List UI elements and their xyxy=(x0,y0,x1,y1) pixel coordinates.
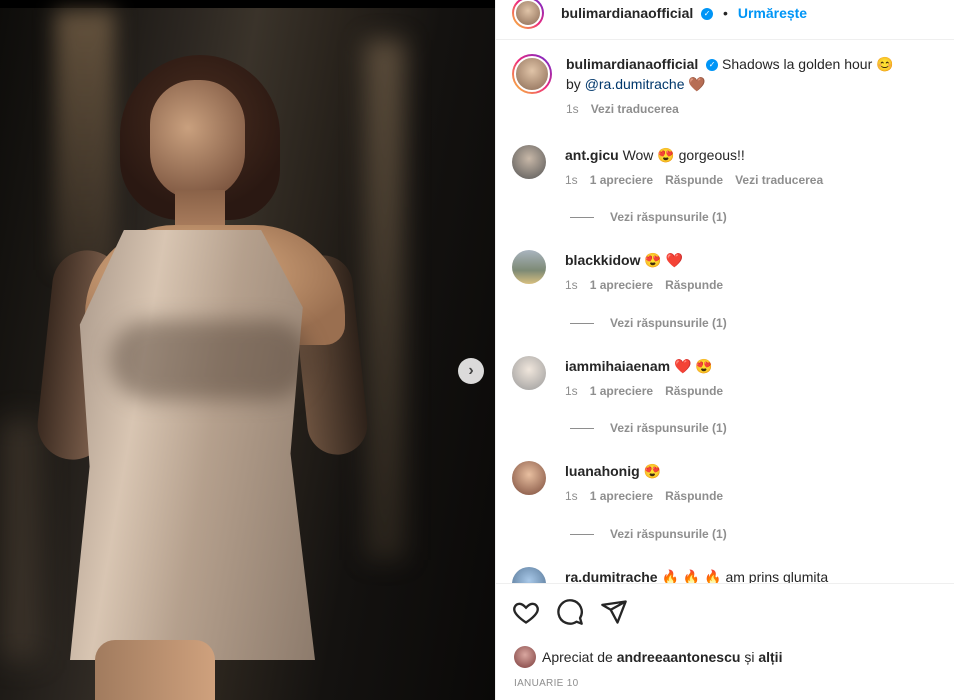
comment-text: 😍 ❤️ xyxy=(644,252,684,268)
verified-badge-icon: ✓ xyxy=(701,7,714,20)
comment-icon[interactable] xyxy=(556,598,584,626)
comment-time[interactable]: 1s xyxy=(565,173,578,187)
verified-badge-icon: ✓ xyxy=(706,59,719,72)
comment-username[interactable]: ra.dumitrache xyxy=(565,569,658,583)
commenter-avatar[interactable] xyxy=(512,567,546,583)
view-replies-label: Vezi răspunsurile (1) xyxy=(610,421,727,435)
view-replies-button[interactable]: Vezi răspunsurile (1) xyxy=(570,210,727,224)
comment-row: iammihaiaenam ❤️ 😍 1s 1 apreciere Răspun… xyxy=(512,356,935,398)
liked-and: și xyxy=(744,649,755,665)
liked-others[interactable]: alții xyxy=(758,649,782,665)
caption-row: bulimardianaofficial ✓ Shadows la golden… xyxy=(512,54,936,116)
caption-translate-button[interactable]: Vezi traducerea xyxy=(591,102,679,116)
share-icon[interactable] xyxy=(600,598,628,626)
comment-likes[interactable]: 1 apreciere xyxy=(590,384,653,398)
liked-prefix: Apreciat de xyxy=(542,649,613,665)
light-patch xyxy=(365,40,405,560)
caption-emoji: 🤎 xyxy=(688,76,706,92)
comment-row: luanahonig 😍 1s 1 apreciere Răspunde xyxy=(512,461,935,503)
caption-by: by xyxy=(566,76,581,92)
post-actions: Apreciat de andreeaantonescu și alții IA… xyxy=(496,583,954,700)
light-patch xyxy=(55,10,115,270)
post-photo[interactable]: › xyxy=(0,0,495,700)
figure-dress xyxy=(70,230,315,660)
comment-username[interactable]: luanahonig xyxy=(565,463,640,479)
post-side-panel: bulimardianaofficial ✓ • Urmărește bulim… xyxy=(495,0,954,700)
reply-button[interactable]: Răspunde xyxy=(665,489,723,503)
figure-legs xyxy=(95,640,215,700)
translate-button[interactable]: Vezi traducerea xyxy=(735,173,823,187)
commenter-avatar[interactable] xyxy=(512,356,546,390)
shadow-band xyxy=(110,320,310,400)
comment-row: blackkidow 😍 ❤️ 1s 1 apreciere Răspunde xyxy=(512,250,935,292)
reply-button[interactable]: Răspunde xyxy=(665,384,723,398)
comment-username[interactable]: blackkidow xyxy=(565,252,640,268)
comment-text: 😍 xyxy=(643,463,661,479)
figure-face xyxy=(150,80,245,200)
post-date[interactable]: IANUARIE 10 xyxy=(514,678,578,689)
heart-icon[interactable] xyxy=(512,598,540,626)
comment-username[interactable]: iammihaiaenam xyxy=(565,358,670,374)
comment-likes[interactable]: 1 apreciere xyxy=(590,489,653,503)
photo-top-edge xyxy=(0,0,495,8)
comment-likes[interactable]: 1 apreciere xyxy=(590,278,653,292)
comment-row: ra.dumitrache 🔥 🔥 🔥 am prins glumita xyxy=(512,567,935,583)
commenter-avatar[interactable] xyxy=(512,145,546,179)
chevron-right-icon: › xyxy=(468,362,474,379)
separator-dot: • xyxy=(723,4,728,21)
liker-avatar[interactable] xyxy=(514,646,536,668)
caption-username[interactable]: bulimardianaofficial xyxy=(566,56,698,72)
post-header: bulimardianaofficial ✓ • Urmărește xyxy=(496,0,954,40)
comment-text: 🔥 🔥 🔥 am prins glumita xyxy=(661,569,829,583)
commenter-avatar[interactable] xyxy=(512,461,546,495)
light-patch xyxy=(0,420,40,660)
view-replies-label: Vezi răspunsurile (1) xyxy=(610,316,727,330)
view-replies-button[interactable]: Vezi răspunsurile (1) xyxy=(570,421,727,435)
view-replies-button[interactable]: Vezi răspunsurile (1) xyxy=(570,527,727,541)
comment-text: ❤️ 😍 xyxy=(673,358,713,374)
comment-time[interactable]: 1s xyxy=(565,278,578,292)
author-avatar[interactable] xyxy=(512,54,552,94)
comment-time[interactable]: 1s xyxy=(565,384,578,398)
next-photo-button[interactable]: › xyxy=(458,358,484,384)
reply-button[interactable]: Răspunde xyxy=(665,278,723,292)
author-avatar[interactable] xyxy=(512,0,544,29)
caption-mention[interactable]: @ra.dumitrache xyxy=(585,76,685,92)
comment-username[interactable]: ant.gicu xyxy=(565,147,619,163)
caption-text: Shadows la golden hour 😊 xyxy=(722,56,894,72)
comments-list[interactable]: bulimardianaofficial ✓ Shadows la golden… xyxy=(496,41,954,583)
liked-user[interactable]: andreeaantonescu xyxy=(617,649,741,665)
author-username[interactable]: bulimardianaofficial xyxy=(561,5,693,21)
view-replies-label: Vezi răspunsurile (1) xyxy=(610,210,727,224)
follow-button[interactable]: Urmărește xyxy=(738,5,807,21)
caption-time[interactable]: 1s xyxy=(566,102,579,116)
view-replies-label: Vezi răspunsurile (1) xyxy=(610,527,727,541)
comment-row: ant.gicu Wow 😍 gorgeous!! 1s 1 apreciere… xyxy=(512,145,935,187)
comment-text: Wow 😍 gorgeous!! xyxy=(622,147,745,163)
comment-likes[interactable]: 1 apreciere xyxy=(590,173,653,187)
commenter-avatar[interactable] xyxy=(512,250,546,284)
comment-time[interactable]: 1s xyxy=(565,489,578,503)
view-replies-button[interactable]: Vezi răspunsurile (1) xyxy=(570,316,727,330)
reply-button[interactable]: Răspunde xyxy=(665,173,723,187)
liked-by: Apreciat de andreeaantonescu și alții xyxy=(514,646,782,668)
